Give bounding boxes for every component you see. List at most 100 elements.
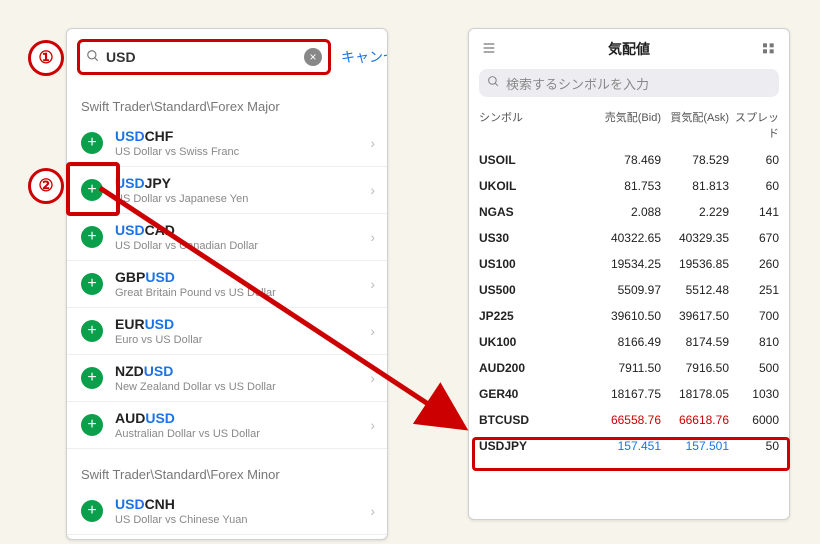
add-symbol-icon[interactable]: +	[81, 179, 103, 201]
col-bid: 売気配(Bid)	[593, 109, 661, 141]
quote-symbol: BTCUSD	[479, 413, 593, 427]
grid-view-icon[interactable]	[761, 41, 777, 58]
quote-spread: 670	[729, 231, 779, 245]
quote-symbol: US100	[479, 257, 593, 271]
quote-symbol: UKOIL	[479, 179, 593, 193]
symbol-text: GBPUSDGreat Britain Pound vs US Dollar	[115, 269, 276, 299]
quote-row[interactable]: US10019534.2519536.85260	[469, 251, 789, 277]
symbol-description: US Dollar vs Canadian Dollar	[115, 240, 258, 252]
quote-bid: 18167.75	[593, 387, 661, 401]
symbol-description: Australian Dollar vs US Dollar	[115, 428, 260, 440]
quote-ask: 2.229	[661, 205, 729, 219]
add-symbol-icon[interactable]: +	[81, 320, 103, 342]
quote-ask: 39617.50	[661, 309, 729, 323]
quotes-search-placeholder: 検索するシンボルを入力	[506, 74, 649, 93]
quote-row[interactable]: USDJPY157.451157.50150	[469, 433, 789, 459]
quote-row[interactable]: US5005509.975512.48251	[469, 277, 789, 303]
quote-row[interactable]: UKOIL81.75381.81360	[469, 173, 789, 199]
callout-1: ①	[28, 40, 64, 76]
quote-spread: 810	[729, 335, 779, 349]
quote-ask: 5512.48	[661, 283, 729, 297]
quote-bid: 7911.50	[593, 361, 661, 375]
chevron-right-icon: ›	[370, 370, 375, 386]
add-symbol-icon[interactable]: +	[81, 367, 103, 389]
search-input-wrapper[interactable]: ×	[77, 39, 331, 75]
quote-ask: 18178.05	[661, 387, 729, 401]
symbol-text: EURUSDEuro vs US Dollar	[115, 316, 202, 346]
symbol-row[interactable]: + GBPUSDGreat Britain Pound vs US Dollar ›	[67, 261, 387, 308]
chevron-right-icon: ›	[370, 276, 375, 292]
quote-bid: 157.451	[593, 439, 661, 453]
quote-ask: 8174.59	[661, 335, 729, 349]
quote-spread: 500	[729, 361, 779, 375]
quote-spread: 60	[729, 179, 779, 193]
quote-ask: 66618.76	[661, 413, 729, 427]
symbol-row[interactable]: +AUDUSDAustralian Dollar vs US Dollar›	[67, 402, 387, 449]
quotes-header-row: シンボル 売気配(Bid) 買気配(Ask) スプレッド	[469, 101, 789, 147]
symbol-row[interactable]: +USDCHFUS Dollar vs Swiss Franc›	[67, 120, 387, 167]
group-header: Swift Trader\Standard\Forex Minor	[67, 449, 387, 488]
quote-symbol: JP225	[479, 309, 593, 323]
symbol-description: Great Britain Pound vs US Dollar	[115, 287, 276, 299]
clear-search-icon[interactable]: ×	[304, 48, 322, 66]
symbol-row[interactable]: + USDJPYUS Dollar vs Japanese Yen ›	[67, 167, 387, 214]
add-symbol-icon[interactable]: +	[81, 414, 103, 436]
symbol-row[interactable]: +USDCADUS Dollar vs Canadian Dollar›	[67, 214, 387, 261]
quote-spread: 700	[729, 309, 779, 323]
quote-symbol: UK100	[479, 335, 593, 349]
quote-symbol: USDJPY	[479, 439, 593, 453]
quote-row[interactable]: USOIL78.46978.52960	[469, 147, 789, 173]
quote-bid: 8166.49	[593, 335, 661, 349]
quote-spread: 60	[729, 153, 779, 167]
callout-2: ②	[28, 168, 64, 204]
quote-symbol: GER40	[479, 387, 593, 401]
quote-bid: 5509.97	[593, 283, 661, 297]
symbol-description: New Zealand Dollar vs US Dollar	[115, 381, 276, 393]
quote-symbol: NGAS	[479, 205, 593, 219]
list-view-icon[interactable]	[481, 41, 497, 58]
quote-ask: 19536.85	[661, 257, 729, 271]
quote-row[interactable]: JP22539610.5039617.50700	[469, 303, 789, 329]
search-icon	[487, 75, 500, 91]
symbol-description: US Dollar vs Japanese Yen	[115, 193, 248, 205]
chevron-right-icon: ›	[370, 323, 375, 339]
quote-row[interactable]: BTCUSD66558.7666618.766000	[469, 407, 789, 433]
quotes-title: 気配値	[608, 39, 650, 59]
symbol-text: USDCHFUS Dollar vs Swiss Franc	[115, 128, 239, 158]
quote-bid: 81.753	[593, 179, 661, 193]
quote-row[interactable]: GER4018167.7518178.051030	[469, 381, 789, 407]
symbol-text: USDJPYUS Dollar vs Japanese Yen	[115, 175, 248, 205]
quote-row[interactable]: NGAS2.0882.229141	[469, 199, 789, 225]
quote-bid: 78.469	[593, 153, 661, 167]
chevron-right-icon: ›	[370, 503, 375, 519]
search-input[interactable]	[104, 48, 304, 66]
col-symbol: シンボル	[479, 109, 593, 141]
cancel-button[interactable]: キャンセル	[341, 47, 388, 67]
quote-symbol: US30	[479, 231, 593, 245]
quote-ask: 78.529	[661, 153, 729, 167]
symbol-description: US Dollar vs Chinese Yuan	[115, 514, 247, 526]
quote-row[interactable]: US3040322.6540329.35670	[469, 225, 789, 251]
add-symbol-icon[interactable]: +	[81, 273, 103, 295]
symbol-row[interactable]: +NZDUSDNew Zealand Dollar vs US Dollar›	[67, 355, 387, 402]
chevron-right-icon: ›	[370, 182, 375, 198]
quote-spread: 141	[729, 205, 779, 219]
add-symbol-icon[interactable]: +	[81, 500, 103, 522]
search-icon	[86, 49, 100, 66]
symbol-search-panel: × キャンセル Swift Trader\Standard\Forex Majo…	[66, 28, 388, 540]
quote-row[interactable]: UK1008166.498174.59810	[469, 329, 789, 355]
quote-ask: 7916.50	[661, 361, 729, 375]
quote-bid: 19534.25	[593, 257, 661, 271]
quote-symbol: AUD200	[479, 361, 593, 375]
quotes-search-input[interactable]: 検索するシンボルを入力	[479, 69, 779, 97]
quote-bid: 40322.65	[593, 231, 661, 245]
quote-symbol: US500	[479, 283, 593, 297]
add-symbol-icon[interactable]: +	[81, 132, 103, 154]
symbol-row[interactable]: +USDCZKUS Dollar vs Czech Koruna›	[67, 535, 387, 540]
quote-row[interactable]: AUD2007911.507916.50500	[469, 355, 789, 381]
quote-spread: 50	[729, 439, 779, 453]
add-symbol-icon[interactable]: +	[81, 226, 103, 248]
quote-ask: 157.501	[661, 439, 729, 453]
symbol-row[interactable]: + EURUSDEuro vs US Dollar ›	[67, 308, 387, 355]
symbol-row[interactable]: +USDCNHUS Dollar vs Chinese Yuan›	[67, 488, 387, 535]
